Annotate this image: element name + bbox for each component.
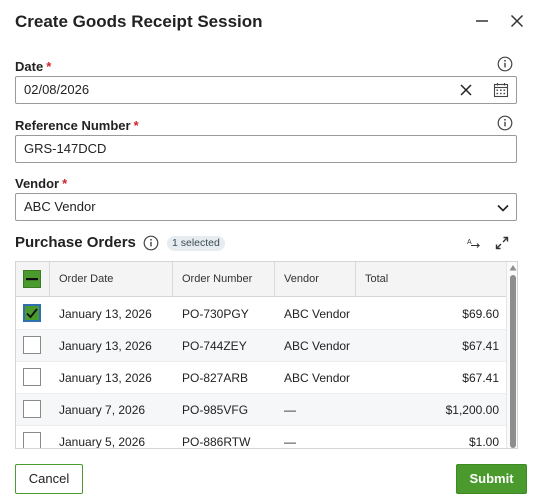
minimize-icon [476,20,488,22]
required-mark: * [133,118,139,133]
total-cell: $67.41 [462,371,499,385]
order-number-cell: PO-886RTW [182,435,251,449]
info-icon[interactable] [143,235,159,251]
indeterminate-icon [26,278,38,281]
total-cell: $1.00 [468,435,499,449]
column-header-order-date[interactable]: Order Date [50,262,173,297]
calendar-button[interactable] [492,81,510,99]
dialog-title: Create Goods Receipt Session [15,12,263,31]
cancel-button[interactable]: Cancel [15,464,83,494]
close-button[interactable] [506,10,528,32]
vendor-label: Vendor * [15,176,67,191]
clear-icon [460,84,472,96]
required-mark: * [46,59,52,74]
vendor-label-text: Vendor [15,176,60,191]
scroll-up-arrow-icon[interactable] [509,264,517,272]
row-checkbox[interactable] [23,336,41,354]
required-mark: * [62,176,68,191]
vendor-cell: ABC Vendor [284,339,351,353]
reference-label: Reference Number * [15,118,139,133]
checkmark-icon [26,308,38,319]
chevron-down-icon [497,204,509,212]
vendor-cell: — [284,435,296,449]
grid-header: Order Date Order Number Vendor Total [16,262,506,297]
column-header-total[interactable]: Total [356,262,506,297]
purchase-orders-grid: Order Date Order Number Vendor Total Jan… [15,261,518,449]
order-date-cell: January 13, 2026 [59,339,152,353]
selected-count-badge: 1 selected [167,236,225,251]
sort-icon[interactable]: A [466,235,482,251]
table-row[interactable]: January 7, 2026 PO-985VFG — $1,200.00 [16,394,506,426]
order-date-cell: January 13, 2026 [59,371,152,385]
total-cell: $69.60 [462,307,499,321]
scrollbar-thumb[interactable] [510,275,516,448]
reference-number-input[interactable]: GRS-147DCD [15,135,517,163]
minimize-button[interactable] [471,10,493,32]
date-input[interactable]: 02/08/2026 [15,76,517,104]
row-checkbox[interactable] [23,368,41,386]
row-checkbox[interactable] [23,432,41,448]
select-all-cell [16,262,50,297]
table-row[interactable]: January 13, 2026 PO-744ZEY ABC Vendor $6… [16,330,506,362]
calendar-icon [493,83,509,98]
order-number-cell: PO-744ZEY [182,339,247,353]
row-checkbox[interactable] [23,304,41,322]
date-label: Date * [15,59,51,74]
order-number-cell: PO-730PGY [182,307,249,321]
purchase-orders-title: Purchase Orders [15,234,136,251]
info-icon[interactable] [497,115,513,131]
vendor-cell: — [284,403,296,417]
clear-date-button[interactable] [457,81,475,99]
table-row[interactable]: January 5, 2026 PO-886RTW — $1.00 [16,426,506,449]
expand-icon[interactable] [494,235,510,251]
order-number-cell: PO-985VFG [182,403,249,417]
grid-scrollbar[interactable] [506,262,517,448]
order-date-cell: January 5, 2026 [59,435,146,449]
table-row[interactable]: January 13, 2026 PO-827ARB ABC Vendor $6… [16,362,506,394]
close-icon [510,14,524,28]
vendor-dropdown-toggle[interactable] [494,199,512,217]
info-icon[interactable] [497,56,513,72]
vendor-cell: ABC Vendor [284,371,351,385]
reference-label-text: Reference Number [15,118,131,133]
date-label-text: Date [15,59,44,74]
total-cell: $1,200.00 [445,403,499,417]
row-checkbox[interactable] [23,400,41,418]
table-row[interactable]: January 13, 2026 PO-730PGY ABC Vendor $6… [16,298,506,330]
total-cell: $67.41 [462,339,499,353]
submit-button[interactable]: Submit [456,464,527,494]
select-all-checkbox[interactable] [23,270,41,288]
vendor-cell: ABC Vendor [284,307,351,321]
create-goods-receipt-dialog: Create Goods Receipt Session Date * 02/08… [0,0,534,500]
column-header-order-number[interactable]: Order Number [173,262,275,297]
vendor-select[interactable]: ABC Vendor [15,193,517,221]
column-header-vendor[interactable]: Vendor [275,262,356,297]
order-number-cell: PO-827ARB [182,371,249,385]
order-date-cell: January 7, 2026 [59,403,146,417]
order-date-cell: January 13, 2026 [59,307,152,321]
svg-text:A: A [467,239,472,246]
